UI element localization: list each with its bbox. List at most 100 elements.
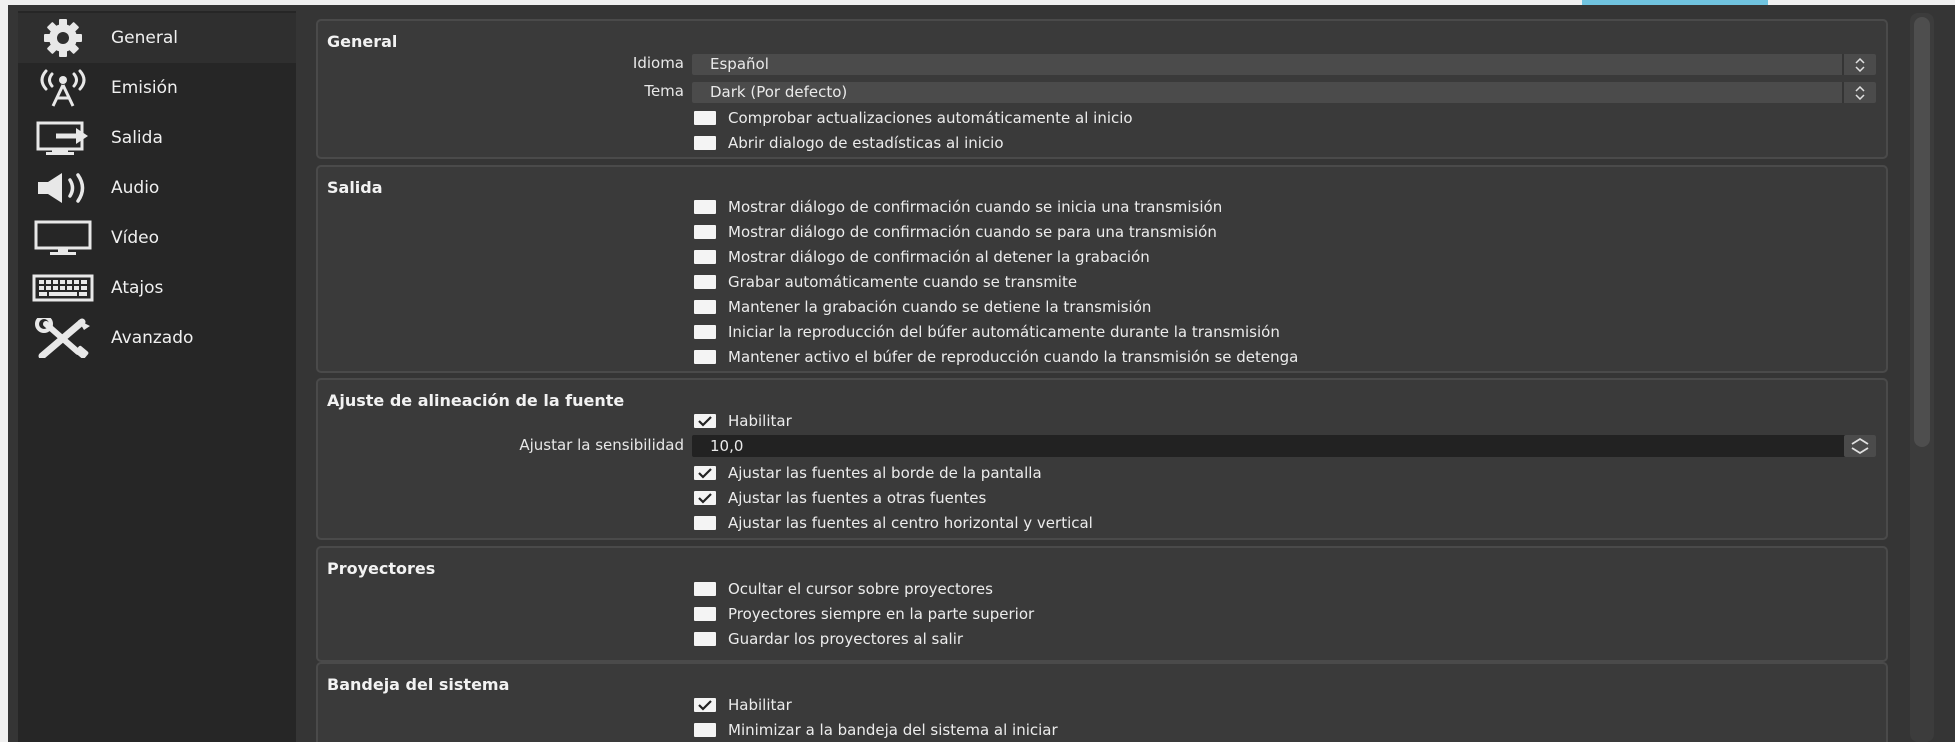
check-keep-replay-buffer[interactable]: Mantener activo el búfer de reproducción… <box>694 346 1298 368</box>
checkbox[interactable] <box>694 491 716 505</box>
settings-content: General Idioma Español Tema Dark (Por de… <box>304 5 1920 742</box>
sidebar-item-label: Emisión <box>111 78 178 98</box>
language-label: Idioma <box>632 54 684 72</box>
group-output: Salida Mostrar diálogo de confirmación c… <box>316 165 1888 373</box>
check-snap-screen-edge[interactable]: Ajustar las fuentes al borde de la panta… <box>694 462 1042 484</box>
checkbox-label: Habilitar <box>728 412 792 430</box>
keyboard-icon <box>30 266 96 310</box>
checkbox-label: Ocultar el cursor sobre proyectores <box>728 580 993 598</box>
check-open-stats[interactable]: Abrir dialogo de estadísticas al inicio <box>694 132 1004 154</box>
settings-window: General Emisión Salida Audio Vídeo Atajo… <box>8 5 1955 742</box>
tools-icon <box>30 316 96 360</box>
checkbox[interactable] <box>694 225 716 239</box>
check-hide-cursor-projectors[interactable]: Ocultar el cursor sobre proyectores <box>694 578 993 600</box>
theme-value: Dark (Por defecto) <box>710 83 848 101</box>
output-monitor-icon <box>30 116 96 160</box>
checkbox-label: Ajustar las fuentes al centro horizontal… <box>728 514 1093 532</box>
spin-arrows-icon[interactable] <box>1844 435 1876 457</box>
monitor-icon <box>30 216 96 260</box>
sensitivity-label: Ajustar la sensibilidad <box>519 436 684 454</box>
broadcast-antenna-icon <box>30 66 96 110</box>
checkbox[interactable] <box>694 516 716 530</box>
checkbox[interactable] <box>694 350 716 364</box>
group-title: Salida <box>327 178 383 197</box>
language-value: Español <box>710 55 769 73</box>
checkbox[interactable] <box>694 325 716 339</box>
checkbox-label: Guardar los proyectores al salir <box>728 630 964 648</box>
sidebar-item-emision[interactable]: Emisión <box>18 63 296 113</box>
sensitivity-spinbox[interactable]: 10,0 <box>692 435 1876 457</box>
sensitivity-value: 10,0 <box>710 437 744 455</box>
group-projectors: Proyectores Ocultar el cursor sobre proy… <box>316 546 1888 662</box>
check-auto-replay-buffer[interactable]: Iniciar la reproducción del búfer automá… <box>694 321 1280 343</box>
vertical-scrollbar[interactable] <box>1910 13 1934 742</box>
checkbox-label: Abrir dialogo de estadísticas al inicio <box>728 134 1004 152</box>
checkbox[interactable] <box>694 466 716 480</box>
theme-label: Tema <box>644 82 684 100</box>
sidebar-item-label: Atajos <box>111 278 164 298</box>
checkbox[interactable] <box>694 698 716 712</box>
checkbox-label: Mostrar diálogo de confirmación cuando s… <box>728 198 1223 216</box>
sidebar-item-label: Avanzado <box>111 328 194 348</box>
checkbox-label: Mantener activo el búfer de reproducción… <box>728 348 1299 366</box>
settings-sidebar: General Emisión Salida Audio Vídeo Atajo… <box>18 11 296 742</box>
sidebar-item-salida[interactable]: Salida <box>18 113 296 163</box>
check-save-projectors[interactable]: Guardar los proyectores al salir <box>694 628 963 650</box>
check-keep-recording[interactable]: Mantener la grabación cuando se detiene … <box>694 296 1151 318</box>
group-general: General Idioma Español Tema Dark (Por de… <box>316 19 1888 159</box>
check-confirm-start-stream[interactable]: Mostrar diálogo de confirmación cuando s… <box>694 196 1222 218</box>
group-title: General <box>327 32 398 51</box>
sidebar-item-video[interactable]: Vídeo <box>18 213 296 263</box>
sidebar-item-audio[interactable]: Audio <box>18 163 296 213</box>
check-auto-updates[interactable]: Comprobar actualizaciones automáticament… <box>694 107 1133 129</box>
checkbox[interactable] <box>694 250 716 264</box>
check-confirm-stop-stream[interactable]: Mostrar diálogo de confirmación cuando s… <box>694 221 1217 243</box>
check-snap-other-sources[interactable]: Ajustar las fuentes a otras fuentes <box>694 487 986 509</box>
checkbox[interactable] <box>694 723 716 737</box>
checkbox-label: Habilitar <box>728 696 792 714</box>
checkbox-label: Grabar automáticamente cuando se transmi… <box>728 273 1078 291</box>
group-title: Proyectores <box>327 559 436 578</box>
language-select[interactable]: Español <box>692 54 1876 75</box>
checkbox[interactable] <box>694 275 716 289</box>
check-minimize-to-tray[interactable]: Minimizar a la bandeja del sistema al in… <box>694 719 1058 741</box>
sidebar-item-label: Salida <box>111 128 163 148</box>
checkbox[interactable] <box>694 632 716 646</box>
checkbox-label: Ajustar las fuentes al borde de la panta… <box>728 464 1042 482</box>
group-title: Bandeja del sistema <box>327 675 510 694</box>
checkbox-label: Comprobar actualizaciones automáticament… <box>728 109 1133 127</box>
check-auto-record[interactable]: Grabar automáticamente cuando se transmi… <box>694 271 1077 293</box>
group-source-snapping: Ajuste de alineación de la fuente Habili… <box>316 378 1888 540</box>
group-system-tray: Bandeja del sistema Habilitar Minimizar … <box>316 662 1888 742</box>
theme-select[interactable]: Dark (Por defecto) <box>692 82 1876 103</box>
checkbox-label: Ajustar las fuentes a otras fuentes <box>728 489 987 507</box>
check-snap-center[interactable]: Ajustar las fuentes al centro horizontal… <box>694 512 1093 534</box>
checkbox-label: Proyectores siempre en la parte superior <box>728 605 1035 623</box>
sidebar-item-atajos[interactable]: Atajos <box>18 263 296 313</box>
sidebar-item-label: Audio <box>111 178 160 198</box>
sidebar-item-general[interactable]: General <box>18 13 296 63</box>
group-title: Ajuste de alineación de la fuente <box>327 391 625 410</box>
updown-arrows-icon <box>1842 82 1876 103</box>
checkbox[interactable] <box>694 200 716 214</box>
check-tray-enable[interactable]: Habilitar <box>694 694 792 716</box>
checkbox[interactable] <box>694 414 716 428</box>
checkbox-label: Minimizar a la bandeja del sistema al in… <box>728 721 1058 739</box>
checkbox-label: Mostrar diálogo de confirmación al deten… <box>728 248 1150 266</box>
checkbox-label: Mantener la grabación cuando se detiene … <box>728 298 1152 316</box>
check-confirm-stop-recording[interactable]: Mostrar diálogo de confirmación al deten… <box>694 246 1150 268</box>
checkbox[interactable] <box>694 300 716 314</box>
checkbox[interactable] <box>694 111 716 125</box>
checkbox[interactable] <box>694 136 716 150</box>
gear-icon <box>30 16 96 60</box>
updown-arrows-icon <box>1842 54 1876 75</box>
scrollbar-thumb[interactable] <box>1914 17 1930 447</box>
sidebar-item-avanzado[interactable]: Avanzado <box>18 313 296 363</box>
check-snapping-enable[interactable]: Habilitar <box>694 410 792 432</box>
speaker-icon <box>30 166 96 210</box>
checkbox[interactable] <box>694 582 716 596</box>
check-projectors-on-top[interactable]: Proyectores siempre en la parte superior <box>694 603 1034 625</box>
checkbox[interactable] <box>694 607 716 621</box>
sidebar-item-label: Vídeo <box>111 228 160 248</box>
checkbox-label: Mostrar diálogo de confirmación cuando s… <box>728 223 1217 241</box>
